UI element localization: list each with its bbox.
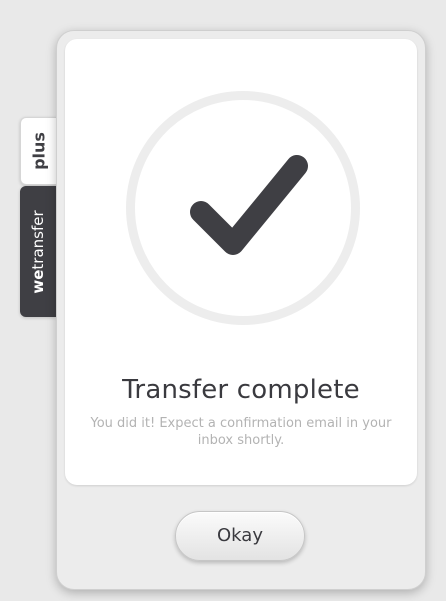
logo-suffix: transfer <box>29 209 47 270</box>
transfer-complete-dialog: Transfer complete You did it! Expect a c… <box>56 30 426 590</box>
dialog-message: You did it! Expect a confirmation email … <box>90 416 392 448</box>
dialog-content-panel: Transfer complete You did it! Expect a c… <box>65 39 417 485</box>
logo-prefix: we <box>29 269 47 294</box>
tab-wetransfer[interactable]: wetransfer <box>20 186 56 317</box>
okay-button[interactable]: Okay <box>175 511 305 561</box>
tab-plus-label: plus <box>29 132 49 170</box>
wetransfer-logo: wetransfer <box>29 210 47 293</box>
dialog-title: Transfer complete <box>122 375 360 405</box>
tab-plus[interactable]: plus <box>20 117 57 185</box>
success-circle <box>126 91 360 325</box>
checkmark-icon <box>190 155 308 255</box>
